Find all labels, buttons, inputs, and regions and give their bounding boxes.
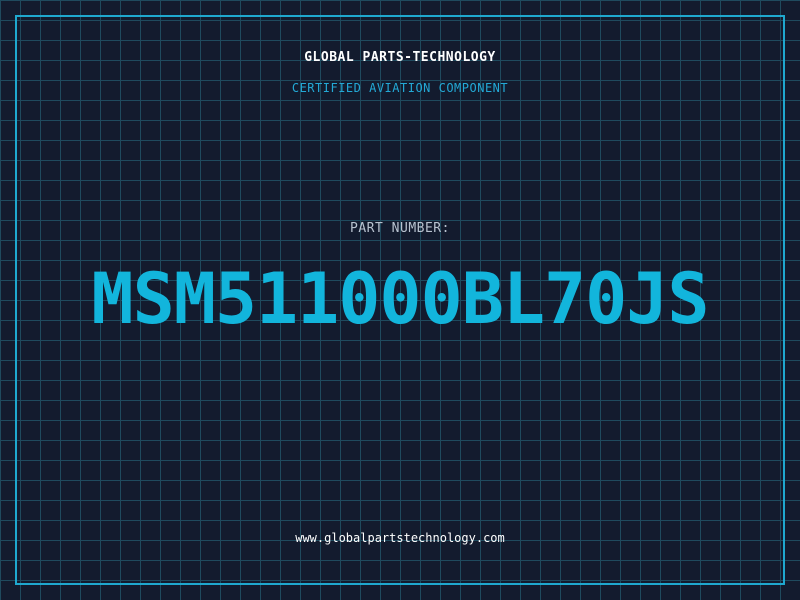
website-url: www.globalpartstechnology.com [295,531,505,545]
part-label-card: GLOBAL PARTS-TECHNOLOGY CERTIFIED AVIATI… [0,0,800,600]
certification-subtitle: CERTIFIED AVIATION COMPONENT [291,81,509,95]
part-number-value: MSM511000BL70JS [91,258,709,340]
company-name: GLOBAL PARTS-TECHNOLOGY [304,50,496,65]
part-number-label: PART NUMBER: [350,221,450,236]
